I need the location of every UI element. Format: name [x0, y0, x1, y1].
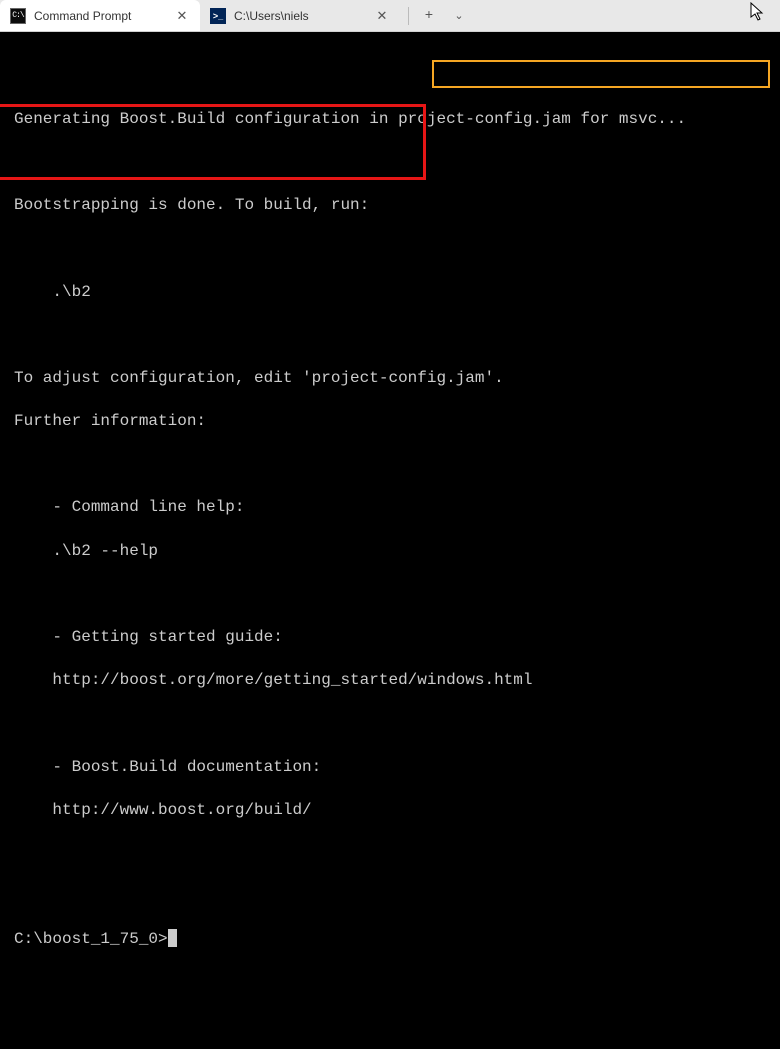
terminal-output[interactable]: Generating Boost.Build configuration in … [0, 32, 780, 1049]
close-icon[interactable]: ✕ [174, 8, 190, 24]
tab-label: Command Prompt [34, 9, 131, 23]
terminal-line [14, 886, 766, 908]
terminal-line: .\b2 --help [14, 541, 766, 563]
text-cursor [168, 929, 177, 947]
terminal-line: - Boost.Build documentation: [14, 757, 766, 779]
terminal-line: - Getting started guide: [14, 627, 766, 649]
tab-divider [408, 7, 409, 25]
terminal-line: http://boost.org/more/getting_started/wi… [14, 670, 766, 692]
titlebar: C:\ Command Prompt ✕ >_ C:\Users\niels ✕… [0, 0, 780, 32]
tab-powershell[interactable]: >_ C:\Users\niels ✕ [200, 0, 400, 31]
prompt-line[interactable]: C:\boost_1_75_0> [14, 929, 766, 951]
cmd-icon: C:\ [10, 8, 26, 24]
powershell-icon: >_ [210, 8, 226, 24]
terminal-line [14, 843, 766, 865]
terminal-line [14, 152, 766, 174]
tab-command-prompt[interactable]: C:\ Command Prompt ✕ [0, 0, 200, 31]
terminal-line: Generating Boost.Build configuration in … [14, 109, 766, 131]
close-icon[interactable]: ✕ [374, 8, 390, 24]
terminal-line [14, 238, 766, 260]
terminal-line [14, 713, 766, 735]
terminal-line: http://www.boost.org/build/ [14, 800, 766, 822]
terminal-line [14, 454, 766, 476]
new-tab-button[interactable]: + [415, 2, 443, 30]
tab-actions: + ⌄ [400, 0, 473, 31]
terminal-line [14, 584, 766, 606]
terminal-line: - Command line help: [14, 497, 766, 519]
terminal-line [14, 325, 766, 347]
tab-dropdown-button[interactable]: ⌄ [445, 2, 473, 30]
terminal-line: Further information: [14, 411, 766, 433]
terminal-line: .\b2 [14, 282, 766, 304]
tab-label: C:\Users\niels [234, 9, 309, 23]
terminal-line [14, 66, 766, 88]
terminal-line: Bootstrapping is done. To build, run: [14, 195, 766, 217]
terminal-line: To adjust configuration, edit 'project-c… [14, 368, 766, 390]
